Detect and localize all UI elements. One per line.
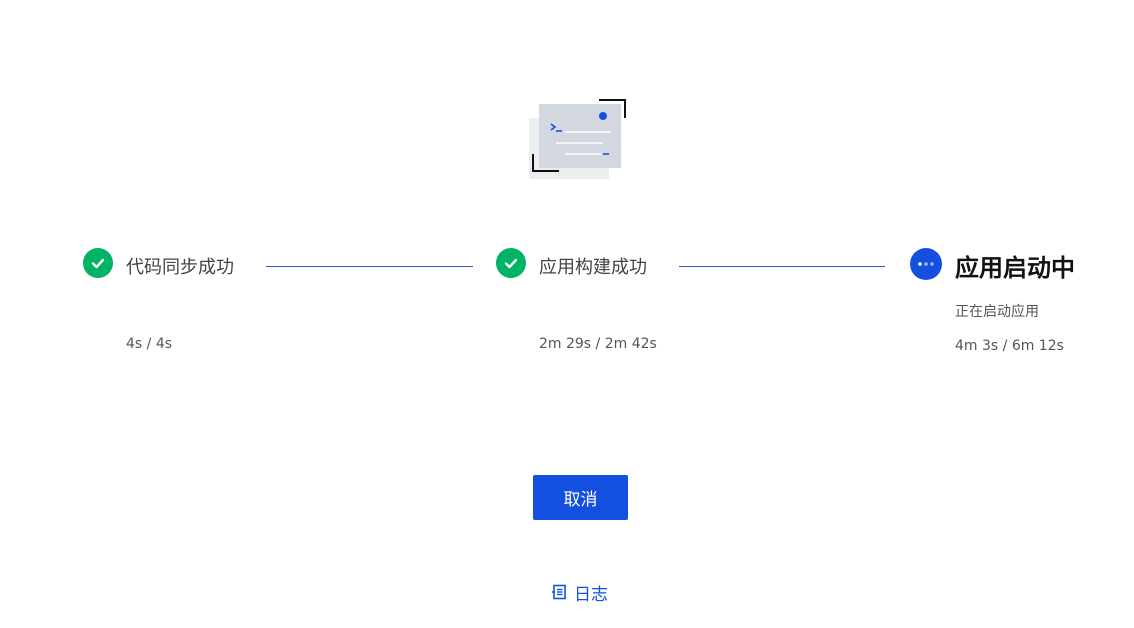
step-duration: 4s / 4s	[126, 336, 173, 352]
log-link[interactable]: 日志	[551, 580, 608, 605]
step-duration: 4m 3s / 6m 12s	[955, 338, 1064, 354]
deployment-progress-page: 代码同步成功 4s / 4s 应用构建成功 2m 29s / 2m 42s 应用…	[0, 0, 1134, 628]
step-connector	[266, 266, 473, 267]
terminal-window-illustration	[527, 98, 627, 180]
step-title: 应用构建成功	[539, 257, 647, 278]
log-list-icon	[551, 584, 567, 600]
check-icon	[496, 248, 526, 278]
step-title: 应用启动中	[955, 254, 1075, 282]
log-link-label: 日志	[574, 584, 608, 605]
check-icon	[83, 248, 113, 278]
more-dots-icon	[910, 248, 942, 280]
step-connector	[679, 266, 885, 267]
step-subtitle: 正在启动应用	[955, 304, 1039, 320]
step-duration: 2m 29s / 2m 42s	[539, 336, 657, 352]
step-title: 代码同步成功	[126, 257, 234, 278]
cancel-button[interactable]: 取消	[533, 475, 628, 520]
